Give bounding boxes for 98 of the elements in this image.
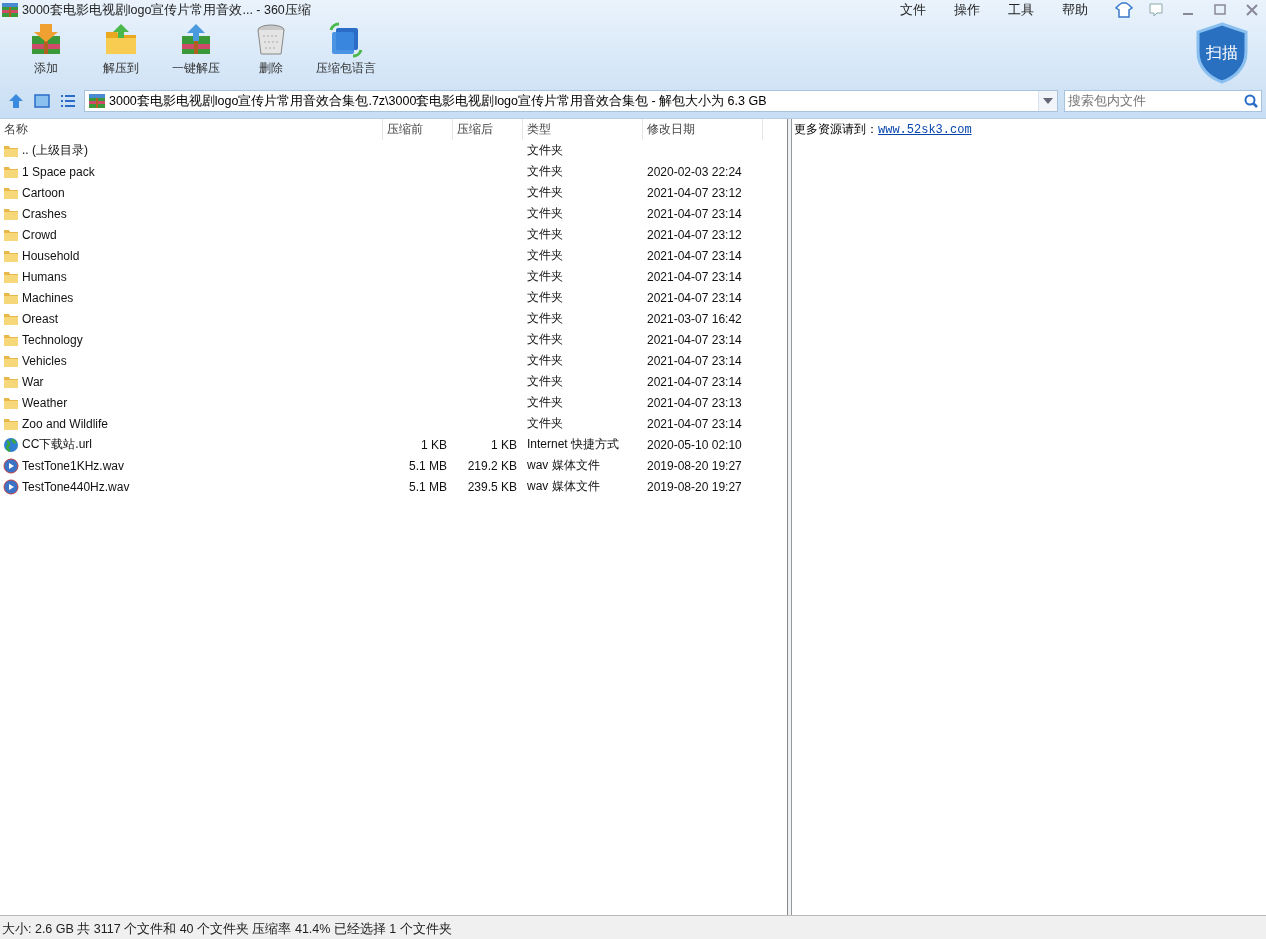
name-cell[interactable]: Cartoon (0, 182, 383, 203)
file-name: Crashes (22, 206, 67, 221)
file-name: Humans (22, 269, 67, 284)
date-cell: 2020-05-10 02:10 (647, 437, 742, 452)
type-cell: 文件夹 (527, 247, 563, 264)
toolbar-button[interactable]: 添加 (8, 20, 83, 79)
menu-item[interactable]: 帮助 (1048, 1, 1102, 19)
toolbar-button[interactable]: 压缩包语言 (308, 20, 383, 79)
type-cell: 文件夹 (527, 352, 563, 369)
date-cell: 2021-04-07 23:14 (647, 269, 742, 284)
type-cell: 文件夹 (527, 205, 563, 222)
status-text: 大小: 2.6 GB 共 3117 个文件和 40 个文件夹 压缩率 41.4% 已经选择 1 个文件夹 (2, 921, 452, 938)
date-cell: 2021-04-07 23:14 (647, 206, 742, 221)
file-name: War (22, 374, 44, 389)
address-field[interactable]: 3000套电影电视剧logo宣传片常用音效合集包.7z\3000套电影电视剧logo宣传片常用音效合集包 - 解包大小为 6.3 GB (84, 90, 1058, 112)
file-name: 1 Space pack (22, 164, 95, 179)
type-cell: 文件夹 (527, 142, 563, 159)
file-name: Household (22, 248, 80, 263)
name-cell[interactable]: Crashes (0, 203, 383, 224)
date-cell: 2019-08-20 19:27 (647, 479, 742, 494)
name-cell[interactable]: TestTone1KHz.wav (0, 455, 383, 476)
media-file-icon (3, 478, 19, 495)
name-cell[interactable]: Technology (0, 329, 383, 350)
name-cell[interactable]: Zoo and Wildlife (0, 413, 383, 434)
file-name: Crowd (22, 227, 57, 242)
file-name: TestTone440Hz.wav (22, 479, 130, 494)
date-cell: 2021-04-07 23:14 (647, 416, 742, 431)
toolbar-button[interactable]: 删除 (233, 20, 308, 79)
name-cell[interactable]: War (0, 371, 383, 392)
globe-icon (3, 436, 19, 453)
date-cell: 2021-04-07 23:13 (647, 395, 742, 410)
date-cell: 2021-04-07 23:12 (647, 185, 742, 200)
website-link[interactable]: www.52sk3.com (878, 123, 972, 137)
type-cell: 文件夹 (527, 184, 563, 201)
size-cell: 5.1 MB (409, 458, 447, 473)
date-cell: 2020-02-03 22:24 (647, 164, 742, 179)
name-cell[interactable]: .. (上级目录) (0, 140, 383, 161)
large-icons-view-icon[interactable] (32, 91, 52, 111)
date-cell: 2021-04-07 23:14 (647, 290, 742, 305)
window-title: 3000套电影电视剧logo宣传片常用音效... - 360压缩 (22, 1, 312, 19)
toolbar-button[interactable]: 一键解压 (158, 20, 233, 79)
file-name: Vehicles (22, 353, 67, 368)
date-cell: 2021-04-07 23:14 (647, 374, 742, 389)
archive-icon (89, 94, 105, 108)
info-text: 更多资源请到：www.52sk3.com (794, 123, 972, 137)
menu-item[interactable]: 工具 (994, 1, 1048, 19)
date-cell: 2021-03-07 16:42 (647, 311, 742, 326)
file-name: Machines (22, 290, 74, 305)
file-name: Cartoon (22, 185, 65, 200)
date-cell: 2021-04-07 23:12 (647, 227, 742, 242)
file-name: CC下载站.url (22, 436, 92, 453)
search-field[interactable]: 搜索包内文件 (1064, 90, 1262, 112)
file-name: Technology (22, 332, 83, 347)
date-cell: 2021-04-07 23:14 (647, 248, 742, 263)
file-name: .. (上级目录) (22, 142, 88, 159)
toolbar-button[interactable]: 解压到 (83, 20, 158, 79)
name-cell[interactable]: Machines (0, 287, 383, 308)
type-cell: 文件夹 (527, 415, 563, 432)
file-name: Zoo and Wildlife (22, 416, 109, 431)
name-cell[interactable]: Humans (0, 266, 383, 287)
name-cell[interactable]: TestTone440Hz.wav (0, 476, 383, 497)
name-cell[interactable]: Weather (0, 392, 383, 413)
packed-size-cell: 1 KB (491, 437, 517, 452)
type-cell: 文件夹 (527, 373, 563, 390)
scan-shield-button[interactable]: 扫描 (1194, 22, 1250, 84)
media-file-icon (3, 457, 19, 474)
packed-size-cell: 219.2 KB (467, 458, 517, 473)
address-path: 3000套电影电视剧logo宣传片常用音效合集包.7z\3000套电影电视剧logo宣传片常用音效合集包 - 解包大小为 6.3 GB (109, 92, 768, 110)
name-cell[interactable]: Oreast (0, 308, 383, 329)
name-cell[interactable]: Household (0, 245, 383, 266)
dropdown-caret-icon[interactable] (1043, 98, 1053, 104)
type-cell: Internet 快捷方式 (527, 436, 620, 453)
type-cell: 文件夹 (527, 394, 563, 411)
date-cell: 2021-04-07 23:14 (647, 332, 742, 347)
type-cell: 文件夹 (527, 268, 563, 285)
search-icon[interactable] (1242, 93, 1260, 109)
date-cell: 2021-04-07 23:14 (647, 353, 742, 368)
menu-item[interactable]: 文件 (886, 1, 940, 19)
name-cell[interactable]: 1 Space pack (0, 161, 383, 182)
name-cell[interactable]: CC下载站.url (0, 434, 383, 455)
name-cell[interactable]: Crowd (0, 224, 383, 245)
size-cell: 5.1 MB (409, 479, 447, 494)
type-cell: 文件夹 (527, 310, 563, 327)
type-cell: 文件夹 (527, 163, 563, 180)
type-cell: 文件夹 (527, 331, 563, 348)
app-icon (2, 3, 18, 17)
type-cell: wav 媒体文件 (527, 478, 600, 495)
file-name: Oreast (22, 311, 58, 326)
date-cell: 2019-08-20 19:27 (647, 458, 742, 473)
name-cell[interactable]: Vehicles (0, 350, 383, 371)
type-cell: wav 媒体文件 (527, 457, 600, 474)
file-name: TestTone1KHz.wav (22, 458, 125, 473)
file-name: Weather (22, 395, 68, 410)
packed-size-cell: 239.5 KB (467, 479, 517, 494)
type-cell: 文件夹 (527, 226, 563, 243)
size-cell: 1 KB (421, 437, 447, 452)
type-cell: 文件夹 (527, 289, 563, 306)
menu-item[interactable]: 操作 (940, 1, 994, 19)
